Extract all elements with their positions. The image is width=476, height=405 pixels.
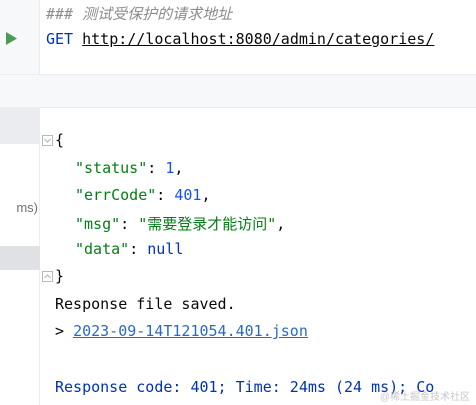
request-history-panel[interactable]: ms) [0, 108, 40, 405]
json-value: 1 [165, 159, 175, 177]
request-line[interactable]: GET http://localhost:8080/admin/categori… [46, 30, 434, 48]
json-sep: : [147, 159, 166, 177]
json-field-status: "status": 1, [75, 159, 183, 177]
json-value: "需要登录才能访问" [138, 215, 277, 233]
watermark: @稀土掘金技术社区 [379, 392, 470, 403]
json-value: 401 [174, 186, 202, 204]
history-item-label[interactable]: ms) [0, 200, 40, 215]
response-output[interactable]: { "status": 1, "errCode": 401, "msg": "需… [40, 108, 476, 405]
json-field-msg: "msg": "需要登录才能访问", [75, 213, 285, 234]
json-value: null [147, 240, 184, 258]
run-request-button[interactable] [4, 30, 18, 46]
json-sep: : [156, 186, 175, 204]
json-key: "errCode" [75, 186, 157, 204]
json-trail: , [174, 159, 184, 177]
json-trail: , [276, 215, 286, 233]
json-key: "msg" [75, 215, 121, 233]
run-icon [5, 31, 17, 45]
response-file-line: > 2023-09-14T121054.401.json [55, 322, 308, 340]
http-request-editor[interactable]: ### 测试受保护的请求地址 GET http://localhost:8080… [0, 0, 476, 74]
response-summary: Response code: 401; Time: 24ms (24 ms); … [55, 378, 435, 396]
response-file-link[interactable]: 2023-09-14T121054.401.json [73, 322, 308, 340]
request-comment: ### 测试受保护的请求地址 [46, 5, 233, 23]
json-field-errcode: "errCode": 401, [75, 186, 210, 204]
json-sep: : [120, 215, 139, 233]
history-item-selected[interactable] [0, 246, 40, 270]
request-url[interactable]: http://localhost:8080/admin/categories/ [82, 30, 434, 48]
file-prefix: > [55, 322, 74, 340]
json-field-data: "data": null [75, 240, 183, 258]
json-trail: , [201, 186, 211, 204]
fold-open-icon[interactable] [42, 135, 53, 146]
json-key: "data" [75, 240, 130, 258]
history-header [0, 108, 40, 144]
editor-gutter [0, 0, 40, 74]
json-key: "status" [75, 159, 148, 177]
json-close-brace: } [55, 267, 65, 285]
fold-close-icon[interactable] [42, 271, 53, 282]
json-open-brace: { [55, 131, 65, 149]
json-sep: : [129, 240, 148, 258]
services-toolbar [0, 74, 476, 108]
response-saved-message: Response file saved. [55, 295, 236, 313]
request-method: GET [46, 30, 74, 48]
